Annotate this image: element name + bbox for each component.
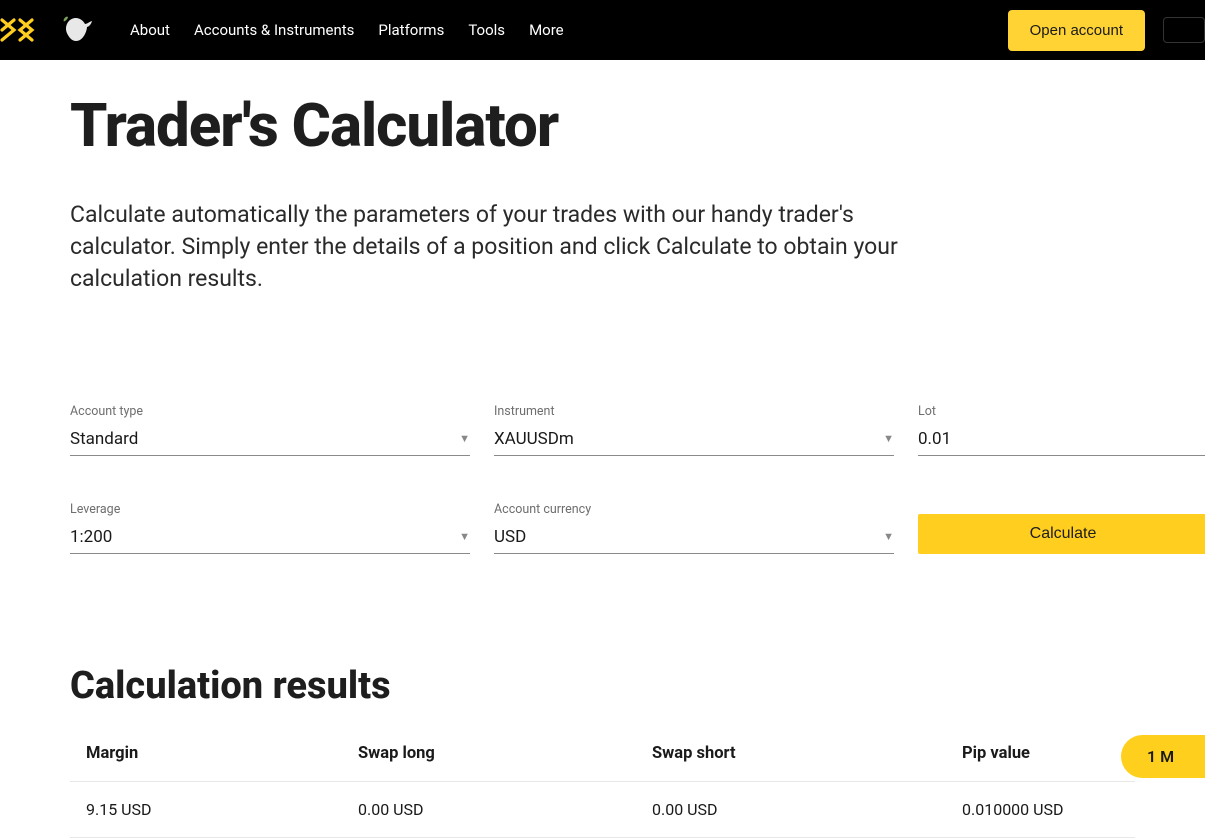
page-title: Trader's Calculator xyxy=(70,90,1135,161)
dove-icon xyxy=(58,12,94,48)
page-description: Calculate automatically the parameters o… xyxy=(70,199,900,296)
results-header-row: Margin Swap long Swap short Pip value xyxy=(70,726,1135,782)
cell-swap-short: 0.00 USD xyxy=(652,800,962,819)
chevron-down-icon: ▼ xyxy=(459,530,470,543)
nav-link-about[interactable]: About xyxy=(130,21,170,39)
header-swap-short: Swap short xyxy=(652,744,962,763)
instrument-select[interactable]: XAUUSDm ▼ xyxy=(494,425,894,456)
navbar-left: About Accounts & Instruments Platforms T… xyxy=(0,12,564,48)
nav-links: About Accounts & Instruments Platforms T… xyxy=(130,21,564,39)
lot-input-wrap xyxy=(918,425,1205,456)
instrument-value: XAUUSDm xyxy=(494,429,574,449)
instrument-field: Instrument XAUUSDm ▼ xyxy=(494,404,894,456)
chevron-down-icon: ▼ xyxy=(883,432,894,445)
header-pip-value: Pip value xyxy=(962,744,1119,763)
secondary-nav-button[interactable] xyxy=(1163,17,1205,43)
cell-margin: 9.15 USD xyxy=(86,800,358,819)
instrument-label: Instrument xyxy=(494,404,894,419)
account-type-field: Account type Standard ▼ xyxy=(70,404,470,456)
chevron-down-icon: ▼ xyxy=(459,432,470,445)
main-content: Trader's Calculator Calculate automatica… xyxy=(0,90,1205,838)
nav-link-accounts[interactable]: Accounts & Instruments xyxy=(194,21,354,39)
account-currency-field: Account currency USD ▼ xyxy=(494,502,894,554)
floating-promo-pill[interactable]: 1 M xyxy=(1121,735,1205,778)
results-title: Calculation results xyxy=(70,664,1135,708)
header-swap-long: Swap long xyxy=(358,744,652,763)
nav-link-tools[interactable]: Tools xyxy=(468,21,505,39)
cell-pip-value: 0.010000 USD xyxy=(962,800,1119,819)
account-type-value: Standard xyxy=(70,429,138,449)
nav-link-platforms[interactable]: Platforms xyxy=(378,21,444,39)
navbar-right: Open account xyxy=(1008,10,1205,51)
cell-swap-long: 0.00 USD xyxy=(358,800,652,819)
leverage-value: 1:200 xyxy=(70,527,112,547)
chevron-down-icon: ▼ xyxy=(883,530,894,543)
account-currency-value: USD xyxy=(494,527,526,547)
results-table: Margin Swap long Swap short Pip value 9.… xyxy=(70,726,1135,838)
lot-input[interactable] xyxy=(918,429,1205,449)
account-type-label: Account type xyxy=(70,404,470,419)
nav-link-more[interactable]: More xyxy=(529,21,564,39)
account-currency-select[interactable]: USD ▼ xyxy=(494,523,894,554)
brand-logo-icon[interactable] xyxy=(0,16,44,44)
lot-label: Lot xyxy=(918,404,1205,419)
open-account-button[interactable]: Open account xyxy=(1008,10,1145,51)
account-currency-label: Account currency xyxy=(494,502,894,517)
results-data-row: 9.15 USD 0.00 USD 0.00 USD 0.010000 USD xyxy=(70,782,1135,838)
calculator-form: Account type Standard ▼ Instrument XAUUS… xyxy=(70,404,1135,554)
leverage-select[interactable]: 1:200 ▼ xyxy=(70,523,470,554)
leverage-field: Leverage 1:200 ▼ xyxy=(70,502,470,554)
account-type-select[interactable]: Standard ▼ xyxy=(70,425,470,456)
top-navbar: About Accounts & Instruments Platforms T… xyxy=(0,0,1205,60)
lot-field: Lot xyxy=(918,404,1205,456)
leverage-label: Leverage xyxy=(70,502,470,517)
header-margin: Margin xyxy=(86,744,358,763)
calculate-button[interactable]: Calculate xyxy=(918,514,1205,554)
